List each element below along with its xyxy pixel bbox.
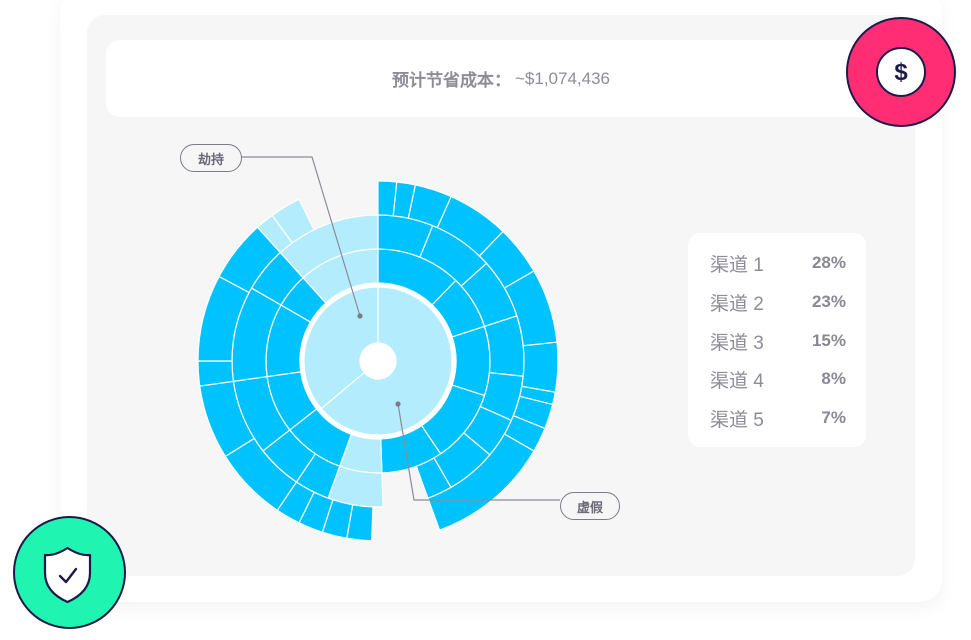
legend-name: 渠道 2 [710, 293, 764, 315]
legend-pct: 8% [821, 369, 846, 388]
dollar-badge: $ [846, 17, 956, 127]
callout-fake: 虚假 [560, 492, 620, 520]
sunburst-edge-segment [197, 360, 235, 387]
legend-name: 渠道 1 [710, 254, 764, 276]
legend-row: 渠道 1 28% [710, 248, 846, 278]
sunburst-center-hole [360, 343, 396, 379]
callout-anchor-dot [357, 313, 363, 319]
sunburst-middle-segment [451, 325, 491, 397]
callout-anchor-dot [395, 401, 401, 407]
channel-legend: 渠道 1 28% 渠道 2 23% 渠道 3 15% 渠道 4 8% 渠道 5 … [688, 233, 866, 447]
legend-name: 渠道 5 [710, 409, 764, 431]
legend-name: 渠道 4 [710, 370, 764, 392]
sunburst-edge-segment [521, 341, 559, 393]
legend-name: 渠道 3 [710, 332, 764, 354]
sunburst-outer-segment [483, 315, 525, 377]
shield-check-icon [43, 546, 92, 604]
legend-pct: 28% [811, 253, 846, 272]
legend-row: 渠道 2 23% [710, 287, 846, 317]
callout-hijack: 劫持 [180, 144, 242, 172]
legend-row: 渠道 5 7% [710, 403, 846, 433]
legend-pct: 23% [811, 292, 846, 311]
legend-row: 渠道 4 8% [710, 364, 846, 394]
legend-row: 渠道 3 15% [710, 326, 846, 356]
legend-pct: 7% [821, 408, 846, 427]
callout-fake-label: 虚假 [576, 499, 603, 515]
callout-hijack-label: 劫持 [197, 151, 224, 167]
dollar-icon: $ [876, 47, 926, 97]
shield-badge [13, 516, 126, 629]
dollar-symbol: $ [894, 59, 908, 86]
legend-pct: 15% [811, 331, 846, 350]
